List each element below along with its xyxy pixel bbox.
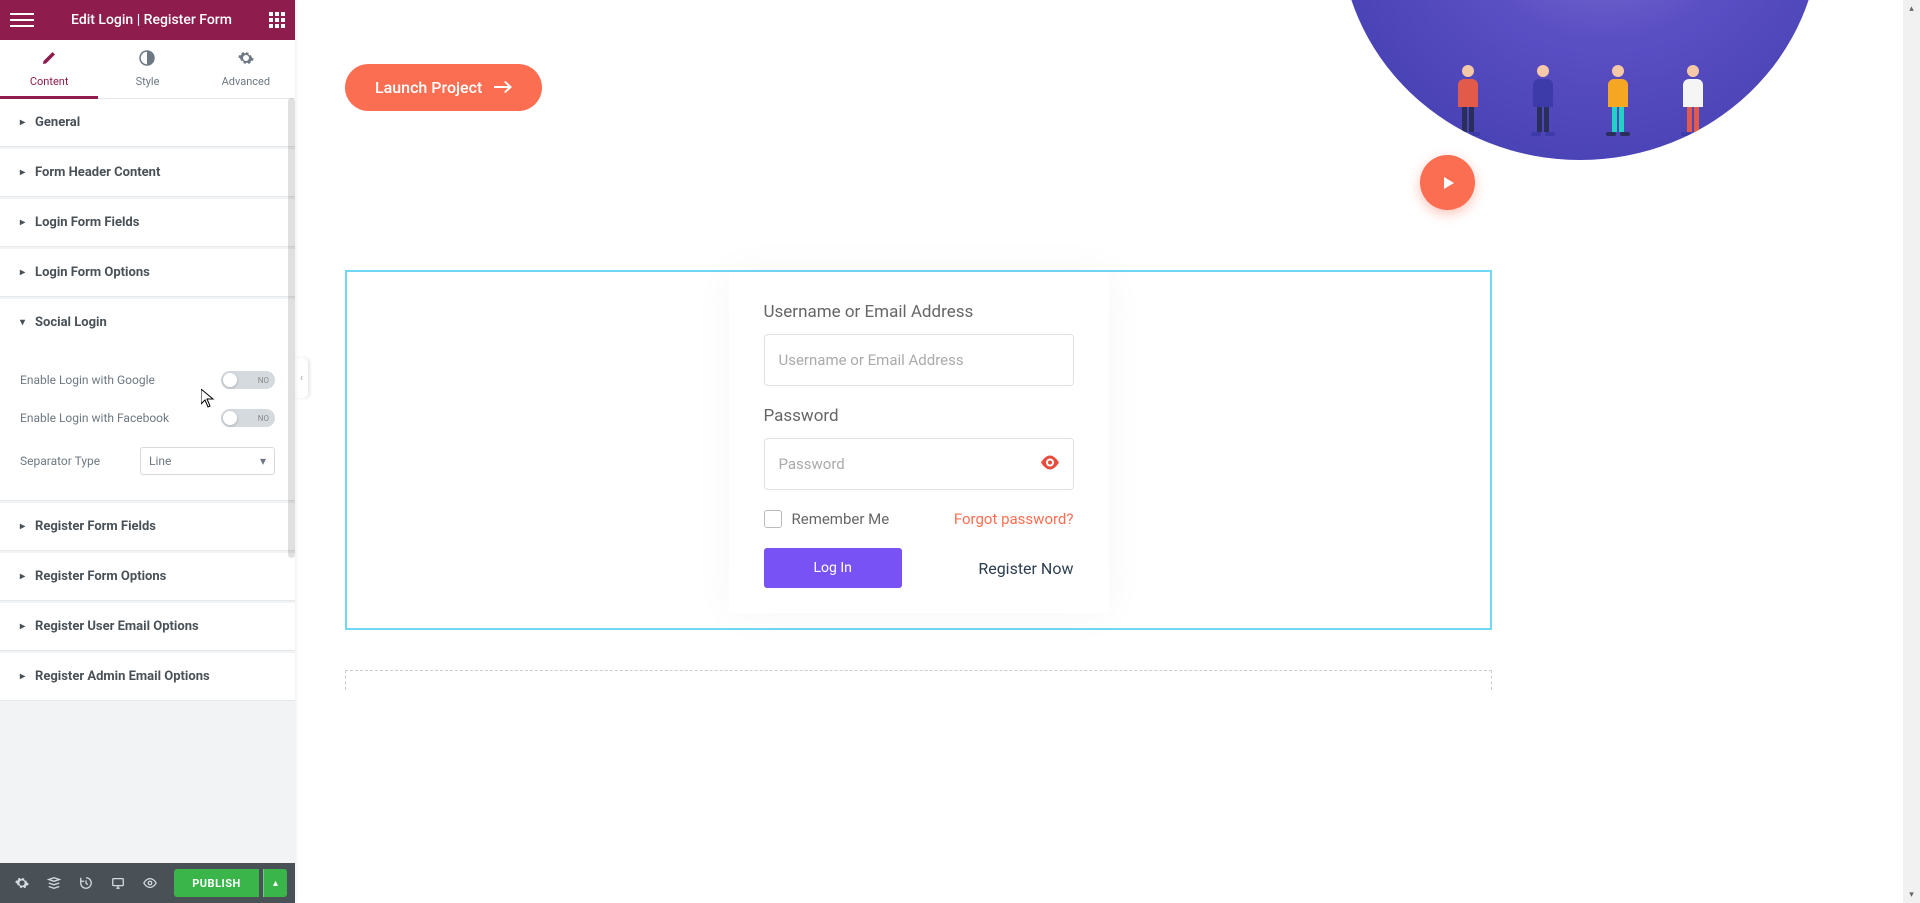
- collapse-sidebar-handle[interactable]: ‹: [295, 358, 308, 398]
- launch-project-button[interactable]: Launch Project: [345, 64, 542, 111]
- caret-right-icon: ▸: [20, 621, 25, 632]
- accordion-form-header-label: Form Header Content: [35, 165, 160, 180]
- separator-type-label: Separator Type: [20, 454, 100, 468]
- editor-sidebar: Edit Login | Register Form Content Style…: [0, 0, 295, 903]
- show-password-icon[interactable]: [1040, 455, 1060, 474]
- browser-scrollbar[interactable]: ▴ ▾: [1903, 0, 1920, 903]
- accordion-general[interactable]: ▸ General: [0, 99, 295, 146]
- preview-canvas: Launch Project Username or Email Add: [295, 0, 1920, 903]
- hero-illustration: [1340, 0, 1820, 180]
- widgets-grid-icon[interactable]: [269, 12, 285, 28]
- accordion-register-admin-email[interactable]: ▸ Register Admin Email Options: [0, 653, 295, 700]
- settings-icon[interactable]: [8, 869, 36, 897]
- register-now-link[interactable]: Register Now: [978, 559, 1073, 578]
- chevron-down-icon: ▾: [260, 454, 266, 468]
- accordion-register-fields[interactable]: ▸ Register Form Fields: [0, 503, 295, 550]
- caret-right-icon: ▸: [20, 571, 25, 582]
- responsive-icon[interactable]: [104, 869, 132, 897]
- tab-style[interactable]: Style: [98, 40, 196, 98]
- tab-advanced-label: Advanced: [222, 75, 270, 88]
- password-input[interactable]: [764, 438, 1074, 490]
- enable-google-toggle[interactable]: NO: [221, 371, 275, 389]
- accordion-register-user-email-label: Register User Email Options: [35, 619, 199, 634]
- login-form-widget[interactable]: Username or Email Address Password Remem…: [345, 270, 1492, 630]
- username-input[interactable]: [764, 334, 1074, 386]
- gear-icon: [197, 50, 295, 70]
- contrast-icon: [98, 50, 196, 70]
- play-button[interactable]: [1420, 155, 1475, 210]
- separator-type-select[interactable]: Line ▾: [140, 447, 275, 475]
- header-title: Edit Login | Register Form: [34, 12, 269, 28]
- sidebar-header: Edit Login | Register Form: [0, 0, 295, 40]
- social-login-body: Enable Login with Google NO Enable Login…: [0, 346, 295, 500]
- tab-style-label: Style: [136, 75, 160, 88]
- panel-content: ▸ General ▸ Form Header Content ▸ Login …: [0, 99, 295, 863]
- accordion-form-header[interactable]: ▸ Form Header Content: [0, 149, 295, 196]
- enable-facebook-toggle[interactable]: NO: [221, 409, 275, 427]
- remember-checkbox[interactable]: [764, 510, 782, 528]
- hamburger-menu-icon[interactable]: [10, 8, 34, 32]
- accordion-login-options[interactable]: ▸ Login Form Options: [0, 249, 295, 296]
- enable-facebook-label: Enable Login with Facebook: [20, 411, 169, 425]
- accordion-register-fields-label: Register Form Fields: [35, 519, 156, 534]
- tab-content-label: Content: [30, 75, 69, 88]
- enable-google-label: Enable Login with Google: [20, 373, 155, 387]
- empty-section-placeholder[interactable]: [345, 670, 1492, 690]
- caret-right-icon: ▸: [20, 671, 25, 682]
- publish-dropdown-button[interactable]: ▴: [263, 869, 287, 897]
- remember-label: Remember Me: [792, 510, 890, 528]
- accordion-login-fields[interactable]: ▸ Login Form Fields: [0, 199, 295, 246]
- password-label: Password: [764, 406, 1074, 426]
- accordion-social-login-label: Social Login: [35, 315, 107, 330]
- separator-value: Line: [149, 454, 171, 468]
- accordion-register-options-label: Register Form Options: [35, 569, 166, 584]
- caret-right-icon: ▸: [20, 521, 25, 532]
- forgot-password-link[interactable]: Forgot password?: [954, 510, 1074, 528]
- play-icon: [1439, 174, 1457, 192]
- history-icon[interactable]: [72, 869, 100, 897]
- arrow-right-icon: [494, 78, 512, 97]
- editor-tabs: Content Style Advanced: [0, 40, 295, 99]
- caret-right-icon: ▸: [20, 267, 25, 278]
- login-button[interactable]: Log In: [764, 548, 902, 588]
- remember-me: Remember Me: [764, 510, 890, 528]
- publish-button[interactable]: PUBLISH: [174, 869, 259, 897]
- hero-section: Launch Project: [345, 0, 1920, 195]
- sidebar-footer: PUBLISH ▴: [0, 863, 295, 903]
- panel-scrollbar[interactable]: [288, 98, 295, 558]
- scroll-up-icon[interactable]: ▴: [1903, 0, 1920, 17]
- accordion-register-user-email[interactable]: ▸ Register User Email Options: [0, 603, 295, 650]
- accordion-login-options-label: Login Form Options: [35, 265, 150, 280]
- preview-icon[interactable]: [136, 869, 164, 897]
- caret-right-icon: ▸: [20, 217, 25, 228]
- tab-advanced[interactable]: Advanced: [197, 40, 295, 98]
- caret-right-icon: ▸: [20, 117, 25, 128]
- accordion-login-fields-label: Login Form Fields: [35, 215, 139, 230]
- accordion-general-label: General: [35, 115, 80, 130]
- pencil-icon: [0, 50, 98, 70]
- scroll-down-icon[interactable]: ▾: [1903, 886, 1920, 903]
- username-label: Username or Email Address: [764, 302, 1074, 322]
- login-card: Username or Email Address Password Remem…: [729, 272, 1109, 613]
- accordion-social-login[interactable]: ▾ Social Login: [0, 299, 295, 346]
- accordion-register-admin-email-label: Register Admin Email Options: [35, 669, 210, 684]
- caret-right-icon: ▸: [20, 167, 25, 178]
- tab-content[interactable]: Content: [0, 40, 98, 98]
- caret-down-icon: ▾: [20, 317, 25, 328]
- accordion-register-options[interactable]: ▸ Register Form Options: [0, 553, 295, 600]
- launch-project-label: Launch Project: [375, 78, 482, 97]
- navigator-icon[interactable]: [40, 869, 68, 897]
